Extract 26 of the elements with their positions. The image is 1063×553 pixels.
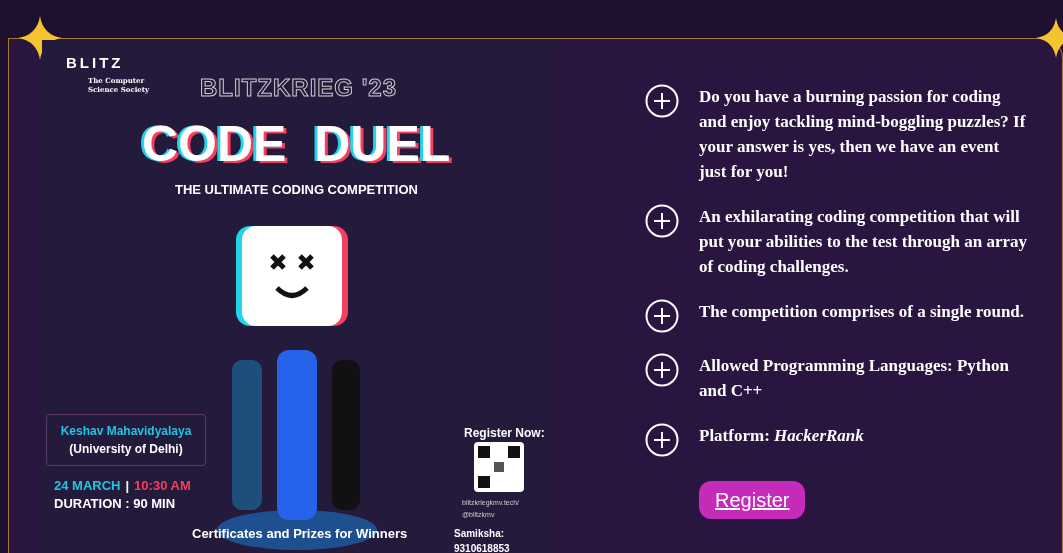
qr-code xyxy=(474,442,524,492)
plus-circle-icon xyxy=(645,84,679,118)
event-time: 10:30 AM xyxy=(134,477,191,495)
register-button[interactable]: Register xyxy=(699,481,806,519)
plus-circle-icon xyxy=(645,353,679,387)
venue-university: (University of Delhi) xyxy=(69,441,183,458)
feature-text: An exhilarating coding competition that will put your abilities to the test through an array of coding challenges. xyxy=(699,206,1029,278)
poster-footer: Certificates and Prizes for Winners xyxy=(192,524,408,544)
poster-subtitle: THE ULTIMATE CODING COMPETITION xyxy=(175,181,418,199)
event-date: 24 MARCH xyxy=(54,477,121,495)
feature-text: Platform: HackerRank xyxy=(699,425,865,447)
register-heading: Register Now: xyxy=(464,425,545,442)
plus-circle-icon xyxy=(645,423,679,457)
poster-title: CODE DUEL xyxy=(142,115,451,174)
feature-text: The competition comprises of a single round. xyxy=(699,301,1026,323)
event-duration: DURATION : 90 MIN xyxy=(54,495,176,513)
event-name: BLITZKRIEG '23 xyxy=(200,73,398,103)
plus-circle-icon xyxy=(645,299,679,333)
feature-text: Allowed Programming Languages: Python and C++ xyxy=(699,355,1010,402)
separator-text: | xyxy=(125,477,130,495)
feature-text: Do you have a burning passion for coding and enjoy tackling mind-boggling puzzles? If your answer is yes, then we have an event just for you! xyxy=(699,86,1027,183)
venue-name: Keshav Mahavidyalaya xyxy=(60,423,192,440)
contact-text: Samiksha: 9310618853 xyxy=(454,527,511,553)
brand-logo: BLITZ xyxy=(66,53,124,73)
sparkle-icon xyxy=(18,16,62,60)
plus-circle-icon xyxy=(645,204,679,238)
